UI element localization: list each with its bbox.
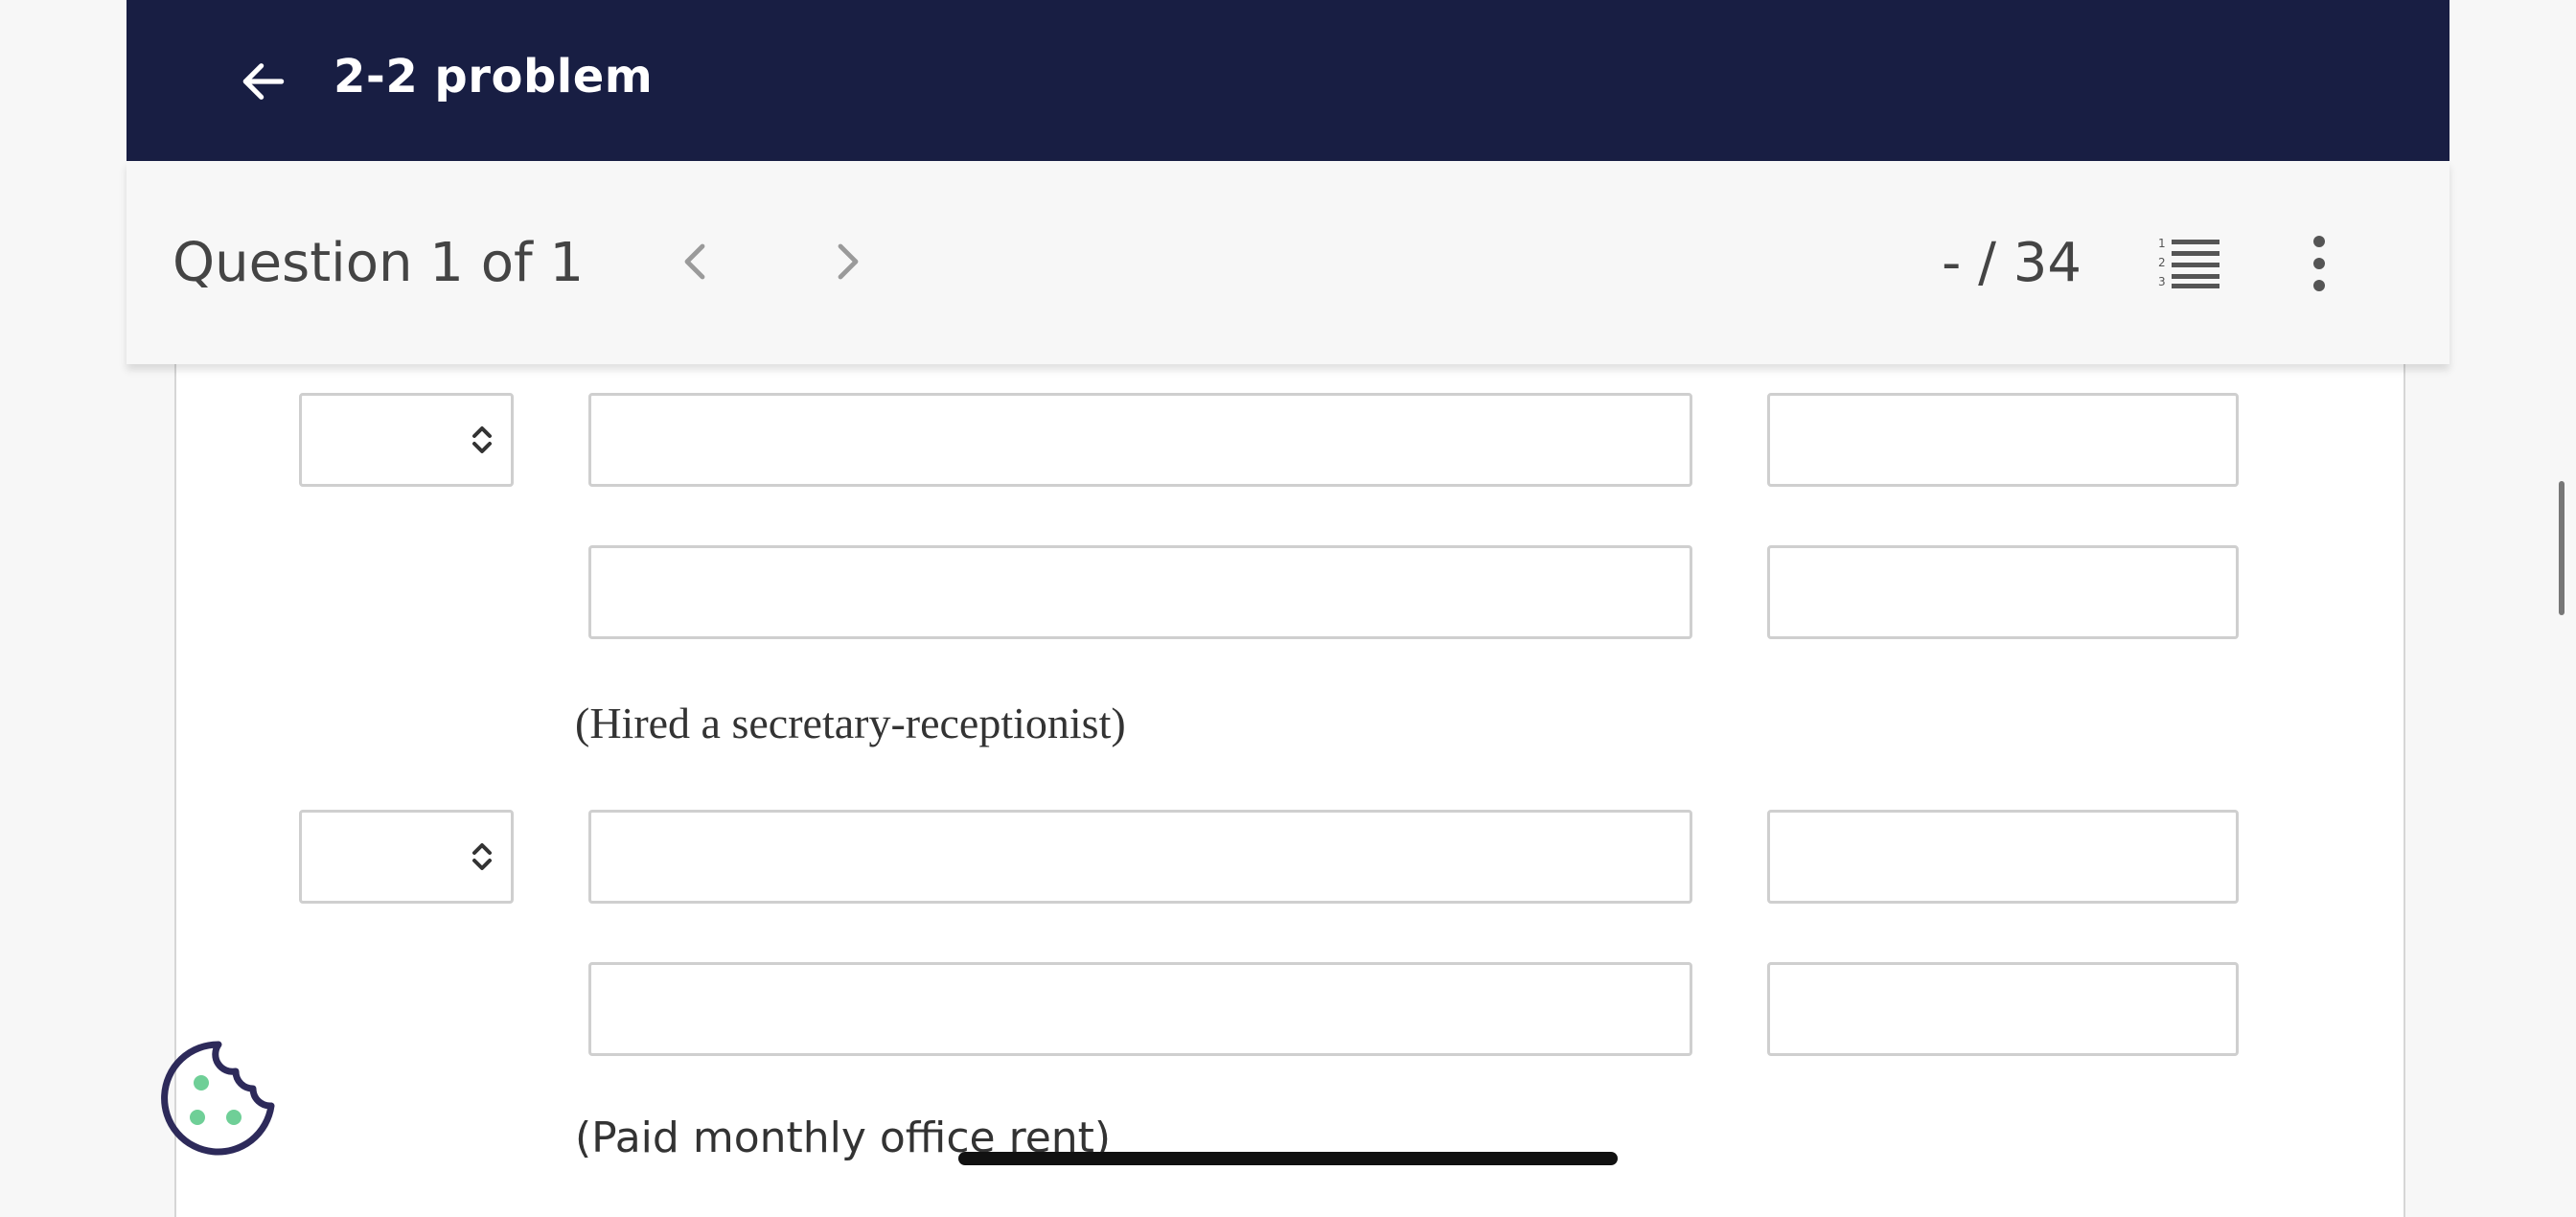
account-input[interactable] [588,545,1692,639]
svg-text:3: 3 [2158,275,2166,288]
back-button[interactable] [230,48,297,115]
home-indicator[interactable] [958,1152,1618,1165]
chevron-left-icon [684,243,705,280]
scrollbar-thumb[interactable] [2559,481,2564,615]
entry-description: (Hired a secretary-receptionist) [575,699,1126,747]
previous-question-button[interactable] [663,228,730,295]
question-bar: Question 1 of 1 - / 34 1 2 3 [126,161,2450,364]
more-options-button[interactable] [2300,230,2338,297]
page-title: 2-2 problem [334,50,654,103]
cookie-icon [161,1041,275,1156]
dot [2313,280,2325,291]
date-select[interactable] [299,393,514,487]
up-down-arrows-icon [472,843,492,870]
dot [2313,258,2325,269]
amount-input[interactable] [1767,810,2239,904]
app-header: 2-2 problem [126,0,2450,161]
next-question-button[interactable] [813,228,880,295]
score-display: - / 34 [1942,232,2082,294]
svg-text:1: 1 [2158,237,2166,250]
amount-input[interactable] [1767,545,2239,639]
svg-text:2: 2 [2158,256,2166,269]
dot [2313,236,2325,247]
question-label: Question 1 of 1 [172,232,585,294]
question-list-button[interactable]: 1 2 3 [2158,236,2221,289]
amount-input[interactable] [1767,962,2239,1056]
account-input[interactable] [588,393,1692,487]
amount-input[interactable] [1767,393,2239,487]
arrow-left-icon [242,63,285,100]
account-input[interactable] [588,962,1692,1056]
cookie-settings-button[interactable] [159,1039,278,1158]
numbered-list-icon: 1 2 3 [2158,237,2220,288]
more-vertical-icon [2313,236,2325,291]
chevron-right-icon [838,243,859,280]
account-input[interactable] [588,810,1692,904]
up-down-arrows-icon [472,426,492,453]
date-select[interactable] [299,810,514,904]
